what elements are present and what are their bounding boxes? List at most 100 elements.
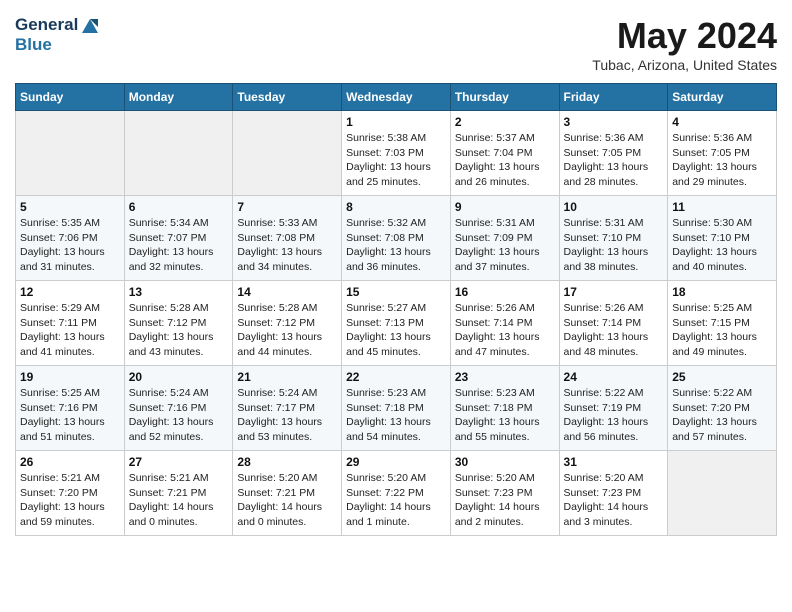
calendar-cell: 22 Sunrise: 5:23 AMSunset: 7:18 PMDayligh… bbox=[342, 366, 451, 451]
calendar-cell: 19 Sunrise: 5:25 AMSunset: 7:16 PMDayligh… bbox=[16, 366, 125, 451]
day-number: 31 bbox=[564, 455, 664, 469]
day-info: Sunrise: 5:37 AMSunset: 7:04 PMDaylight:… bbox=[455, 131, 555, 190]
day-number: 1 bbox=[346, 115, 446, 129]
day-info: Sunrise: 5:23 AMSunset: 7:18 PMDaylight:… bbox=[346, 386, 446, 445]
day-number: 26 bbox=[20, 455, 120, 469]
day-number: 2 bbox=[455, 115, 555, 129]
logo-blue: Blue bbox=[15, 35, 100, 55]
day-info: Sunrise: 5:28 AMSunset: 7:12 PMDaylight:… bbox=[237, 301, 337, 360]
calendar-cell: 31 Sunrise: 5:20 AMSunset: 7:23 PMDayligh… bbox=[559, 451, 668, 536]
day-number: 8 bbox=[346, 200, 446, 214]
calendar-cell: 2 Sunrise: 5:37 AMSunset: 7:04 PMDaylight… bbox=[450, 111, 559, 196]
day-number: 22 bbox=[346, 370, 446, 384]
calendar-cell: 30 Sunrise: 5:20 AMSunset: 7:23 PMDayligh… bbox=[450, 451, 559, 536]
day-info: Sunrise: 5:20 AMSunset: 7:23 PMDaylight:… bbox=[455, 471, 555, 530]
day-number: 4 bbox=[672, 115, 772, 129]
day-number: 23 bbox=[455, 370, 555, 384]
day-number: 29 bbox=[346, 455, 446, 469]
calendar-cell: 3 Sunrise: 5:36 AMSunset: 7:05 PMDaylight… bbox=[559, 111, 668, 196]
header-tuesday: Tuesday bbox=[233, 84, 342, 111]
calendar-cell: 14 Sunrise: 5:28 AMSunset: 7:12 PMDayligh… bbox=[233, 281, 342, 366]
day-number: 17 bbox=[564, 285, 664, 299]
day-info: Sunrise: 5:25 AMSunset: 7:16 PMDaylight:… bbox=[20, 386, 120, 445]
calendar-week-row: 1Sunrise: 5:38 AMSunset: 7:03 PMDaylight… bbox=[16, 111, 777, 196]
calendar-location: Tubac, Arizona, United States bbox=[592, 57, 777, 73]
calendar-week-row: 5Sunrise: 5:35 AMSunset: 7:06 PMDaylight… bbox=[16, 196, 777, 281]
day-number: 18 bbox=[672, 285, 772, 299]
day-number: 14 bbox=[237, 285, 337, 299]
calendar-cell: 18Sunrise: 5:25 AMSunset: 7:15 PMDayligh… bbox=[668, 281, 777, 366]
calendar-cell: 4 Sunrise: 5:36 AMSunset: 7:05 PMDaylight… bbox=[668, 111, 777, 196]
day-info: Sunrise: 5:28 AMSunset: 7:12 PMDaylight:… bbox=[129, 301, 229, 360]
day-number: 16 bbox=[455, 285, 555, 299]
calendar-cell bbox=[124, 111, 233, 196]
calendar-cell: 11 Sunrise: 5:30 AMSunset: 7:10 PMDayligh… bbox=[668, 196, 777, 281]
calendar-cell: 27 Sunrise: 5:21 AMSunset: 7:21 PMDayligh… bbox=[124, 451, 233, 536]
calendar-cell: 1Sunrise: 5:38 AMSunset: 7:03 PMDaylight… bbox=[342, 111, 451, 196]
calendar-cell: 16Sunrise: 5:26 AMSunset: 7:14 PMDayligh… bbox=[450, 281, 559, 366]
day-info: Sunrise: 5:36 AMSunset: 7:05 PMDaylight:… bbox=[564, 131, 664, 190]
calendar-cell: 29 Sunrise: 5:20 AMSunset: 7:22 PMDayligh… bbox=[342, 451, 451, 536]
day-info: Sunrise: 5:22 AMSunset: 7:20 PMDaylight:… bbox=[672, 386, 772, 445]
calendar-table: Sunday Monday Tuesday Wednesday Thursday… bbox=[15, 83, 777, 536]
day-number: 19 bbox=[20, 370, 120, 384]
day-info: Sunrise: 5:24 AMSunset: 7:16 PMDaylight:… bbox=[129, 386, 229, 445]
day-info: Sunrise: 5:32 AMSunset: 7:08 PMDaylight:… bbox=[346, 216, 446, 275]
calendar-cell bbox=[233, 111, 342, 196]
day-info: Sunrise: 5:33 AMSunset: 7:08 PMDaylight:… bbox=[237, 216, 337, 275]
logo-icon bbox=[80, 17, 100, 35]
calendar-week-row: 12 Sunrise: 5:29 AMSunset: 7:11 PMDayligh… bbox=[16, 281, 777, 366]
day-number: 30 bbox=[455, 455, 555, 469]
logo: General Blue bbox=[15, 15, 100, 54]
calendar-cell: 13 Sunrise: 5:28 AMSunset: 7:12 PMDayligh… bbox=[124, 281, 233, 366]
calendar-cell: 6Sunrise: 5:34 AMSunset: 7:07 PMDaylight… bbox=[124, 196, 233, 281]
header-wednesday: Wednesday bbox=[342, 84, 451, 111]
day-number: 11 bbox=[672, 200, 772, 214]
day-number: 24 bbox=[564, 370, 664, 384]
day-number: 12 bbox=[20, 285, 120, 299]
day-info: Sunrise: 5:20 AMSunset: 7:23 PMDaylight:… bbox=[564, 471, 664, 530]
header-thursday: Thursday bbox=[450, 84, 559, 111]
day-info: Sunrise: 5:31 AMSunset: 7:09 PMDaylight:… bbox=[455, 216, 555, 275]
day-number: 20 bbox=[129, 370, 229, 384]
day-info: Sunrise: 5:20 AMSunset: 7:21 PMDaylight:… bbox=[237, 471, 337, 530]
calendar-cell: 15 Sunrise: 5:27 AMSunset: 7:13 PMDayligh… bbox=[342, 281, 451, 366]
day-number: 7 bbox=[237, 200, 337, 214]
day-number: 13 bbox=[129, 285, 229, 299]
logo-text: General bbox=[15, 15, 100, 35]
title-block: May 2024 Tubac, Arizona, United States bbox=[592, 15, 777, 73]
calendar-cell: 10Sunrise: 5:31 AMSunset: 7:10 PMDayligh… bbox=[559, 196, 668, 281]
calendar-cell: 24Sunrise: 5:22 AMSunset: 7:19 PMDayligh… bbox=[559, 366, 668, 451]
calendar-cell: 26Sunrise: 5:21 AMSunset: 7:20 PMDayligh… bbox=[16, 451, 125, 536]
day-info: Sunrise: 5:27 AMSunset: 7:13 PMDaylight:… bbox=[346, 301, 446, 360]
weekday-header-row: Sunday Monday Tuesday Wednesday Thursday… bbox=[16, 84, 777, 111]
calendar-week-row: 26Sunrise: 5:21 AMSunset: 7:20 PMDayligh… bbox=[16, 451, 777, 536]
page-header: General Blue May 2024 Tubac, Arizona, Un… bbox=[15, 15, 777, 73]
day-number: 25 bbox=[672, 370, 772, 384]
calendar-title: May 2024 bbox=[592, 15, 777, 57]
calendar-cell: 23 Sunrise: 5:23 AMSunset: 7:18 PMDayligh… bbox=[450, 366, 559, 451]
day-info: Sunrise: 5:29 AMSunset: 7:11 PMDaylight:… bbox=[20, 301, 120, 360]
day-number: 9 bbox=[455, 200, 555, 214]
day-number: 5 bbox=[20, 200, 120, 214]
calendar-cell: 28Sunrise: 5:20 AMSunset: 7:21 PMDayligh… bbox=[233, 451, 342, 536]
day-number: 3 bbox=[564, 115, 664, 129]
calendar-cell: 8 Sunrise: 5:32 AMSunset: 7:08 PMDaylight… bbox=[342, 196, 451, 281]
day-number: 6 bbox=[129, 200, 229, 214]
calendar-cell: 17Sunrise: 5:26 AMSunset: 7:14 PMDayligh… bbox=[559, 281, 668, 366]
day-number: 21 bbox=[237, 370, 337, 384]
day-number: 27 bbox=[129, 455, 229, 469]
day-info: Sunrise: 5:30 AMSunset: 7:10 PMDaylight:… bbox=[672, 216, 772, 275]
calendar-cell: 9 Sunrise: 5:31 AMSunset: 7:09 PMDaylight… bbox=[450, 196, 559, 281]
day-info: Sunrise: 5:23 AMSunset: 7:18 PMDaylight:… bbox=[455, 386, 555, 445]
day-number: 10 bbox=[564, 200, 664, 214]
day-number: 15 bbox=[346, 285, 446, 299]
calendar-cell bbox=[16, 111, 125, 196]
header-monday: Monday bbox=[124, 84, 233, 111]
calendar-cell: 12 Sunrise: 5:29 AMSunset: 7:11 PMDayligh… bbox=[16, 281, 125, 366]
calendar-cell: 5Sunrise: 5:35 AMSunset: 7:06 PMDaylight… bbox=[16, 196, 125, 281]
day-info: Sunrise: 5:24 AMSunset: 7:17 PMDaylight:… bbox=[237, 386, 337, 445]
day-info: Sunrise: 5:36 AMSunset: 7:05 PMDaylight:… bbox=[672, 131, 772, 190]
day-info: Sunrise: 5:20 AMSunset: 7:22 PMDaylight:… bbox=[346, 471, 446, 530]
day-info: Sunrise: 5:21 AMSunset: 7:21 PMDaylight:… bbox=[129, 471, 229, 530]
